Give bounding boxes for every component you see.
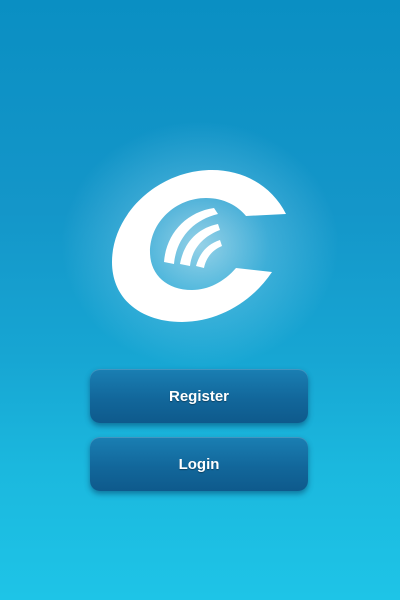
c-signal-logo-icon — [112, 170, 286, 322]
login-button[interactable]: Login — [90, 437, 308, 491]
register-button[interactable]: Register — [90, 369, 308, 423]
welcome-screen: Register Login — [0, 0, 400, 600]
